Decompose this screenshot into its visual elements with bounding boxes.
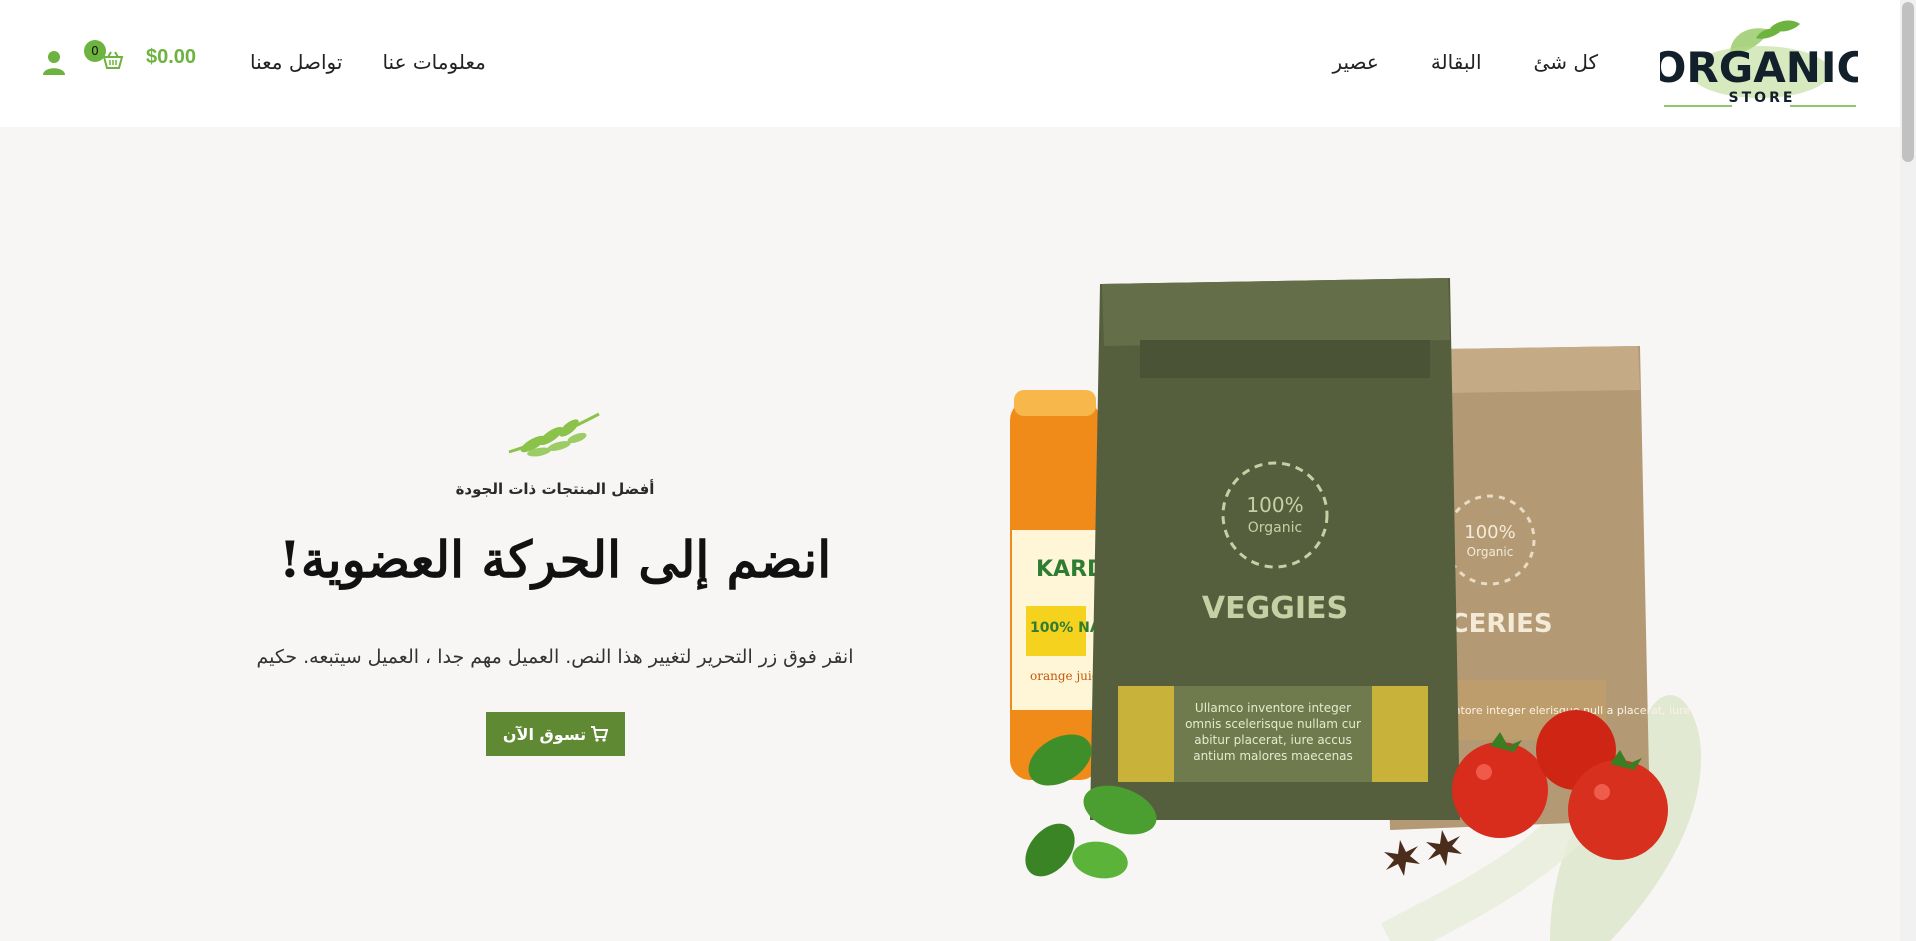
logo[interactable]: ORGANIC STORE — [1660, 14, 1858, 110]
logo-text-organic: ORGANIC — [1660, 43, 1858, 92]
cart-button[interactable]: 0 $0.00 — [84, 40, 197, 70]
veggies-bag-image: 100% Organic VEGGIES Ullamco inventore i… — [1090, 278, 1460, 820]
nav-item-juice[interactable]: عصير — [1332, 50, 1378, 74]
hero-tagline: أفضل المنتجات ذات الجودة — [455, 480, 655, 498]
star-anise-image — [1384, 830, 1462, 876]
sprig-icon — [508, 412, 600, 457]
logo-text-store: STORE — [1729, 90, 1796, 106]
svg-text:o inventore integer elerisque: o inventore integer elerisque null a pla… — [1420, 704, 1690, 717]
secondary-nav: معلومات عنا تواصل معنا — [250, 50, 486, 74]
svg-text:VEGGIES: VEGGIES — [1202, 591, 1348, 626]
nav-item-grocery[interactable]: البقالة — [1431, 50, 1482, 74]
nav-item-about[interactable]: معلومات عنا — [382, 50, 485, 74]
main-nav: كل شئ البقالة عصير — [1332, 50, 1598, 74]
svg-text:100%: 100% — [1246, 493, 1303, 517]
svg-text:Organic: Organic — [1467, 545, 1514, 559]
site-header: ORGANIC STORE كل شئ البقالة عصير معلومات… — [0, 0, 1900, 127]
svg-text:100%: 100% — [1464, 522, 1515, 543]
shop-now-button[interactable]: تسوق الآن — [486, 712, 625, 756]
cart-count-badge: 0 — [84, 40, 106, 62]
hero-headline: انضم إلى الحركة العضوية! — [278, 530, 832, 589]
cart-total: $0.00 — [146, 45, 197, 68]
hero-product-image: KARD 100% NATURAL orange juice 100% Orga… — [1010, 278, 1702, 941]
hero-subtext: انقر فوق زر التحرير لتغيير هذا النص. الع… — [256, 646, 854, 668]
user-icon[interactable] — [42, 50, 66, 76]
scrollbar-thumb[interactable] — [1902, 2, 1914, 162]
cart-icon — [591, 726, 609, 742]
svg-text:Organic: Organic — [1248, 520, 1302, 536]
nav-item-contact[interactable]: تواصل معنا — [250, 50, 342, 74]
nav-item-all[interactable]: كل شئ — [1534, 50, 1598, 74]
shop-now-label: تسوق الآن — [502, 724, 587, 744]
